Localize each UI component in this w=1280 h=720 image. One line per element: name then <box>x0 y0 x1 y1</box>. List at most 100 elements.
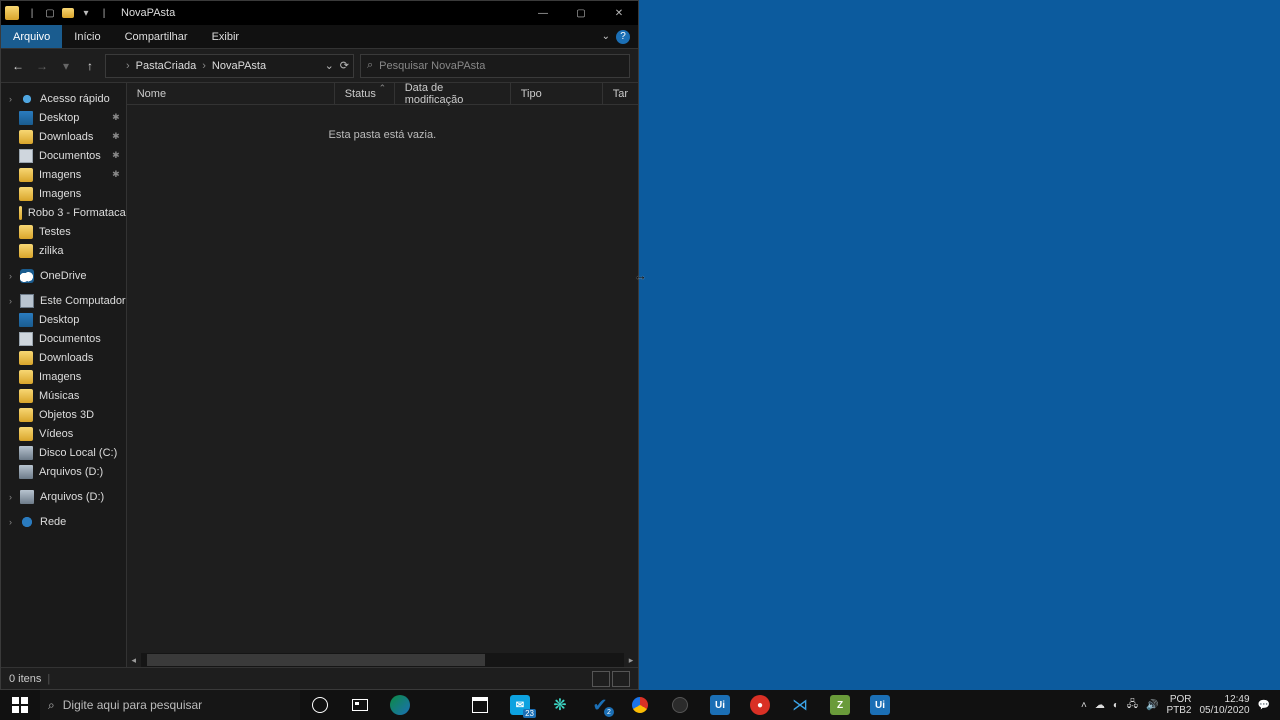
search-icon: ⌕ <box>48 698 55 713</box>
file-list-area[interactable]: ⌃ Nome Status Data de modificação Tipo T… <box>127 83 638 667</box>
system-tray[interactable]: ˄ ☁ ◐ 🖧 🔊 PORPTB2 12:4905/10/2020 💬 <box>1081 690 1280 720</box>
sidebar-pc-images[interactable]: Imagens <box>1 367 126 386</box>
view-details-icon[interactable] <box>592 671 610 687</box>
tray-clock[interactable]: 12:4905/10/2020 <box>1199 694 1249 716</box>
file-explorer-window: | ▢ ▾ | NovaPAsta — ▢ ✕ Arquivo Início C… <box>0 0 639 690</box>
column-type[interactable]: Tipo <box>511 83 603 104</box>
sidebar-quick-access[interactable]: ›Acesso rápido <box>1 89 126 108</box>
qat-dropdown-icon[interactable]: ▾ <box>77 4 95 22</box>
taskbar-app-z[interactable]: Z <box>820 690 860 720</box>
taskbar-taskview[interactable] <box>340 690 380 720</box>
taskbar-uipath-2[interactable]: Ui <box>860 690 900 720</box>
help-icon[interactable]: ? <box>616 30 630 44</box>
tray-volume-icon[interactable]: 🔊 <box>1146 700 1158 711</box>
taskbar-uipath[interactable]: Ui <box>700 690 740 720</box>
scroll-right-icon[interactable]: ▸ <box>624 653 638 667</box>
taskbar-uipath-studio[interactable]: ✔2 <box>580 690 620 720</box>
tray-language[interactable]: PORPTB2 <box>1166 694 1191 716</box>
tab-view[interactable]: Exibir <box>200 25 252 48</box>
sidebar-item-desktop[interactable]: Desktop✱ <box>1 108 126 127</box>
empty-folder-message: Esta pasta está vazia. <box>127 105 638 141</box>
tray-onedrive-icon[interactable]: ☁ <box>1095 700 1105 711</box>
scroll-left-icon[interactable]: ◂ <box>127 653 141 667</box>
sidebar-pc-3d[interactable]: Objetos 3D <box>1 405 126 424</box>
view-large-icon[interactable] <box>612 671 630 687</box>
window-title: NovaPAsta <box>113 7 175 19</box>
nav-bar: ← → ▾ ↑ › PastaCriada › NovaPAsta ⌄ ⟳ ⌕ … <box>1 49 638 83</box>
ribbon-collapse-icon[interactable]: ⌄ <box>602 31 610 42</box>
tray-notifications-icon[interactable]: 💬 <box>1258 700 1270 711</box>
sidebar-pc-music[interactable]: Músicas <box>1 386 126 405</box>
ribbon-tabs: Arquivo Início Compartilhar Exibir ⌄ ? <box>1 25 638 49</box>
sidebar-item-documents[interactable]: Documentos✱ <box>1 146 126 165</box>
search-input[interactable]: ⌕ Pesquisar NovaPAsta <box>360 54 630 78</box>
breadcrumb-seg-1[interactable]: NovaPAsta <box>208 60 270 72</box>
qat-folder-icon[interactable] <box>59 4 77 22</box>
nav-recent-dropdown[interactable]: ▾ <box>57 57 75 75</box>
maximize-button[interactable]: ▢ <box>562 1 600 25</box>
start-button[interactable] <box>0 690 40 720</box>
sidebar-item-images-2[interactable]: Imagens <box>1 184 126 203</box>
taskbar: ⌕ Digite aqui para pesquisar ✉23 ❋ ✔2 Ui… <box>0 690 1280 720</box>
taskbar-chrome[interactable] <box>620 690 660 720</box>
column-modified[interactable]: Data de modificação <box>395 83 511 104</box>
sidebar-this-pc[interactable]: ›Este Computador <box>1 291 126 310</box>
address-folder-icon <box>110 60 124 72</box>
minimize-button[interactable]: — <box>524 1 562 25</box>
horizontal-scrollbar[interactable]: ◂ ▸ <box>127 653 638 667</box>
taskbar-obs[interactable] <box>660 690 700 720</box>
scroll-track[interactable] <box>141 653 624 667</box>
nav-forward-button[interactable]: → <box>33 57 51 75</box>
sidebar-pc-disk-d[interactable]: Arquivos (D:) <box>1 462 126 481</box>
taskbar-explorer[interactable] <box>420 690 460 720</box>
tray-app-icon[interactable]: ◐ <box>1113 700 1119 711</box>
qat-divider-2: | <box>95 4 113 22</box>
nav-up-button[interactable]: ↑ <box>81 57 99 75</box>
tab-home[interactable]: Início <box>62 25 112 48</box>
sidebar-item-robo3[interactable]: Robo 3 - Formataca <box>1 203 126 222</box>
taskbar-mail[interactable]: ✉23 <box>500 690 540 720</box>
sidebar-network[interactable]: ›Rede <box>1 512 126 531</box>
column-name[interactable]: Nome <box>127 83 335 104</box>
taskbar-app-fan[interactable]: ❋ <box>540 690 580 720</box>
pin-icon: ✱ <box>112 112 120 123</box>
address-bar[interactable]: › PastaCriada › NovaPAsta ⌄ ⟳ <box>105 54 354 78</box>
sidebar-pc-disk-c[interactable]: Disco Local (C:) <box>1 443 126 462</box>
taskbar-cortana[interactable] <box>300 690 340 720</box>
tray-overflow-icon[interactable]: ˄ <box>1081 700 1087 711</box>
taskbar-edge[interactable] <box>380 690 420 720</box>
folder-icon <box>5 6 19 20</box>
search-icon: ⌕ <box>367 59 373 72</box>
tab-file[interactable]: Arquivo <box>1 25 62 48</box>
taskbar-record[interactable]: ● <box>740 690 780 720</box>
pin-icon: ✱ <box>112 169 120 180</box>
sort-indicator-icon: ⌃ <box>379 83 387 94</box>
tab-share[interactable]: Compartilhar <box>113 25 200 48</box>
titlebar[interactable]: | ▢ ▾ | NovaPAsta — ▢ ✕ <box>1 1 638 25</box>
sidebar-item-zilika[interactable]: zilika <box>1 241 126 260</box>
sidebar-pc-downloads[interactable]: Downloads <box>1 348 126 367</box>
nav-back-button[interactable]: ← <box>9 57 27 75</box>
taskbar-search[interactable]: ⌕ Digite aqui para pesquisar <box>40 690 300 720</box>
address-dropdown-icon[interactable]: ⌄ <box>325 59 334 72</box>
taskbar-search-placeholder: Digite aqui para pesquisar <box>63 698 202 712</box>
sidebar-pc-desktop[interactable]: Desktop <box>1 310 126 329</box>
sidebar-onedrive[interactable]: ›OneDrive <box>1 266 126 285</box>
sidebar-item-images[interactable]: Imagens✱ <box>1 165 126 184</box>
sidebar-drive-d[interactable]: ›Arquivos (D:) <box>1 487 126 506</box>
sidebar-pc-videos[interactable]: Vídeos <box>1 424 126 443</box>
taskbar-store[interactable] <box>460 690 500 720</box>
refresh-button[interactable]: ⟳ <box>340 59 349 72</box>
sidebar-item-downloads[interactable]: Downloads✱ <box>1 127 126 146</box>
pin-icon: ✱ <box>112 150 120 161</box>
sidebar-item-testes[interactable]: Testes <box>1 222 126 241</box>
qat-save-icon[interactable]: ▢ <box>41 4 59 22</box>
close-button[interactable]: ✕ <box>600 1 638 25</box>
breadcrumb-seg-0[interactable]: PastaCriada <box>132 60 201 72</box>
status-item-count: 0 itens <box>9 673 41 685</box>
taskbar-vscode[interactable]: ⋊ <box>780 690 820 720</box>
column-size[interactable]: Tar <box>603 83 638 104</box>
sidebar-pc-documents[interactable]: Documentos <box>1 329 126 348</box>
scroll-thumb[interactable] <box>147 654 485 666</box>
tray-network-icon[interactable]: 🖧 <box>1127 697 1138 714</box>
